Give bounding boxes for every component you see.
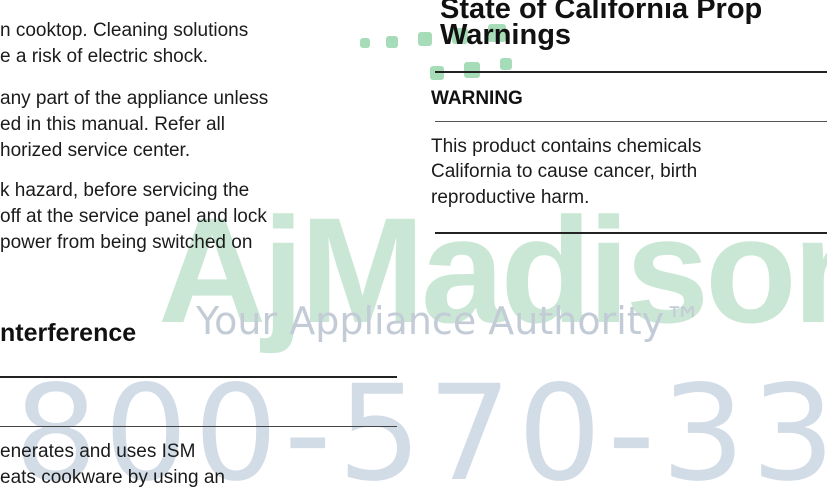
body-text-line: k hazard, before servicing the [0,180,250,201]
section-heading: nterference [0,319,137,347]
warning-text-line: This product contains chemicals [431,136,702,157]
body-text-line: horized service center. [0,140,191,161]
body-text-line: enerates and uses ISM [0,441,196,462]
watermark-tagline: Your Appliance Authority™ [196,299,703,343]
body-text-line: eats cookware by using an [0,467,225,487]
manual-page: AjMadison Your Appliance Authority™ 800-… [0,0,827,487]
warning-rule [435,121,827,122]
subheading-rule [0,426,397,427]
body-text-line: any part of the appliance unless [0,88,269,109]
body-text-line: e a risk of electric shock. [0,46,209,67]
warning-text-line: reproductive harm. [431,187,590,208]
body-text-line: off at the service panel and lock [0,206,267,227]
body-text-line: power from being switched on [0,232,253,253]
warning-text-line: California to cause cancer, birth [431,161,698,182]
heading-rule [0,376,397,378]
body-text-line: n cooktop. Cleaning solutions [0,20,249,41]
section-heading-continued: Warnings [440,19,572,51]
body-text-line: ed in this manual. Refer all [0,114,225,135]
warning-label: WARNING [431,88,523,109]
heading-rule [435,71,827,73]
warning-bottom-rule [435,232,827,234]
